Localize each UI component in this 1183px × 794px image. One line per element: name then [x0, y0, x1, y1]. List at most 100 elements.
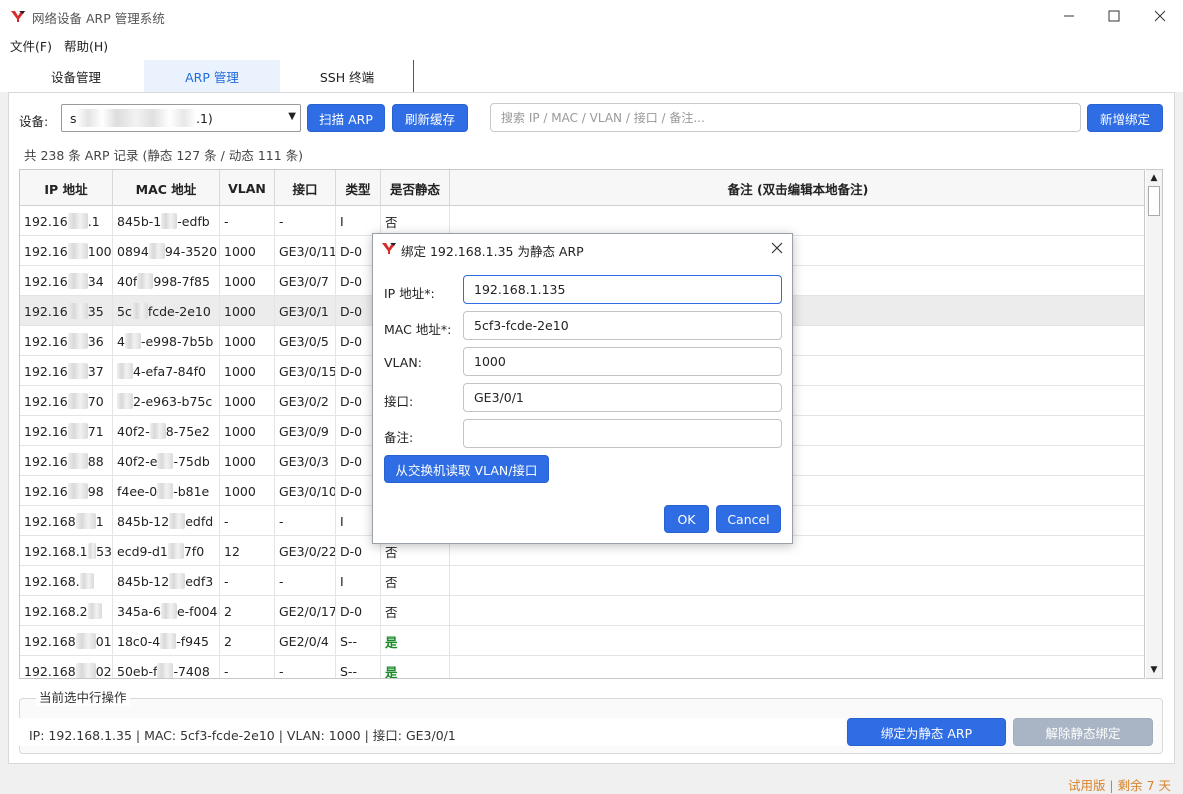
cell-interface: GE3/0/11: [275, 236, 336, 266]
cell-ip: 192.168 01: [20, 626, 113, 656]
cell-interface: GE3/0/7: [275, 266, 336, 296]
mac-suffix: fcde-2e10: [147, 303, 211, 319]
note-field[interactable]: [463, 419, 782, 448]
mac-suffix: 4-efa7-84f0: [133, 363, 206, 379]
type-value: D-0: [340, 483, 363, 499]
redacted-block: [75, 633, 96, 649]
col-ip[interactable]: IP 地址: [20, 170, 113, 206]
ip-prefix: 192.16: [24, 333, 68, 349]
table-row[interactable]: 192.168 02 50eb-f -7408- - S-- 是: [20, 656, 1144, 679]
table-scrollbar[interactable]: ▲ ▼: [1146, 169, 1163, 679]
menu-help[interactable]: 帮助(H): [64, 36, 108, 55]
interface-value: GE3/0/7: [279, 273, 329, 289]
redacted-block: [75, 663, 96, 678]
mac-prefix: 845b-12: [117, 573, 170, 589]
cell-note: [450, 206, 1144, 236]
interface-field[interactable]: [463, 383, 782, 412]
redacted-block: [67, 243, 88, 259]
vlan-value: 1000: [224, 303, 256, 319]
scan-arp-button[interactable]: 扫描 ARP: [307, 104, 385, 132]
cell-interface: GE3/0/22: [275, 536, 336, 566]
cell-interface: -: [275, 656, 336, 678]
interface-value: GE3/0/9: [279, 423, 329, 439]
ip-suffix: 88: [87, 453, 104, 469]
cell-mac: 345a-6 e-f004: [113, 596, 220, 626]
mac-suffix: -b81e: [173, 483, 210, 499]
col-type[interactable]: 类型: [336, 170, 381, 206]
cancel-button[interactable]: Cancel: [716, 505, 781, 533]
ip-prefix: 192.168: [24, 663, 76, 679]
redacted-block: [67, 423, 88, 439]
ok-button[interactable]: OK: [664, 505, 709, 533]
scroll-down-icon[interactable]: ▼: [1146, 662, 1162, 678]
type-value: I: [340, 513, 344, 529]
vlan-value: 1000: [224, 423, 256, 439]
ip-suffix: .1: [87, 213, 100, 229]
tab-arp-management[interactable]: ARP 管理: [144, 60, 280, 92]
refresh-cache-button[interactable]: 刷新缓存: [392, 104, 468, 132]
type-value: D-0: [340, 363, 363, 379]
col-interface[interactable]: 接口: [275, 170, 336, 206]
ip-field[interactable]: [463, 275, 782, 304]
minimize-icon[interactable]: [1046, 0, 1092, 32]
table-row[interactable]: 192.168.2 345a-6 e-f004 2 GE2/0/17 D-0 否: [20, 596, 1144, 626]
mac-prefix: 845b-12: [117, 513, 170, 529]
redacted-block: [169, 573, 186, 589]
search-input[interactable]: [490, 103, 1081, 132]
device-value-redacted: [76, 109, 196, 127]
unbind-static-button[interactable]: 解除静态绑定: [1013, 718, 1153, 746]
vlan-value: 1000: [224, 333, 256, 349]
cell-vlan: 1000: [220, 446, 275, 476]
dropdown-arrow-icon: ▼: [288, 111, 296, 122]
mac-field[interactable]: [463, 311, 782, 340]
col-vlan[interactable]: VLAN: [220, 170, 275, 206]
scroll-thumb[interactable]: [1148, 186, 1160, 216]
tab-ssh-terminal[interactable]: SSH 终端: [280, 60, 414, 92]
menu-file[interactable]: 文件(F): [10, 36, 52, 55]
redacted-block: [79, 573, 94, 589]
table-row[interactable]: 192.168 01 18c0-4 -f945 2 GE2/0/4 S-- 是: [20, 626, 1144, 656]
ip-suffix: 71: [87, 423, 104, 439]
redacted-block: [67, 453, 88, 469]
add-binding-button[interactable]: 新增绑定: [1087, 104, 1163, 132]
type-value: D-0: [340, 303, 363, 319]
cell-mac: 40f 998-7f85: [113, 266, 220, 296]
type-value: D-0: [340, 273, 363, 289]
redacted-block: [117, 393, 133, 409]
dialog-close-icon[interactable]: [767, 238, 787, 258]
maximize-icon[interactable]: [1091, 0, 1137, 32]
close-icon[interactable]: [1137, 0, 1183, 32]
col-mac[interactable]: MAC 地址: [113, 170, 220, 206]
cell-mac: 845b-12 edf3: [113, 566, 220, 596]
col-note[interactable]: 备注 (双击编辑本地备注): [450, 170, 1144, 206]
ip-suffix: 100: [87, 243, 112, 259]
interface-value: -: [279, 213, 284, 229]
cell-ip: 192.16 70: [20, 386, 113, 416]
vlan-field[interactable]: [463, 347, 782, 376]
ip-suffix: 1: [95, 513, 104, 529]
bind-static-button[interactable]: 绑定为静态 ARP: [847, 718, 1006, 746]
redacted-block: [157, 483, 174, 499]
cell-vlan: 1000: [220, 476, 275, 506]
cell-ip: 192.16 100: [20, 236, 113, 266]
tab-device-management[interactable]: 设备管理: [8, 60, 144, 92]
static-value: 否: [385, 544, 398, 560]
vlan-value: 1000: [224, 453, 256, 469]
cell-note: [450, 656, 1144, 678]
redacted-block: [137, 273, 154, 289]
cell-mac: 2-e963-b75c: [113, 386, 220, 416]
cell-ip: 192.168.1 53: [20, 536, 113, 566]
cell-interface: GE3/0/9: [275, 416, 336, 446]
table-row[interactable]: 192.16.1 845b-1 -edfb - - I 否: [20, 206, 1144, 236]
col-static[interactable]: 是否静态: [381, 170, 450, 206]
read-from-switch-button[interactable]: 从交换机读取 VLAN/接口: [384, 455, 549, 483]
redacted-block: [117, 363, 133, 379]
device-select[interactable]: s .1) ▼: [61, 104, 301, 132]
mac-prefix: 40f2-e: [117, 453, 158, 469]
mac-prefix: 18c0-4: [117, 633, 161, 649]
mac-suffix: -edfb: [177, 213, 210, 229]
table-row[interactable]: 192.168. 845b-12 edf3- - I 否: [20, 566, 1144, 596]
scroll-up-icon[interactable]: ▲: [1146, 170, 1162, 186]
redacted-block: [67, 303, 88, 319]
redacted-block: [131, 303, 148, 319]
